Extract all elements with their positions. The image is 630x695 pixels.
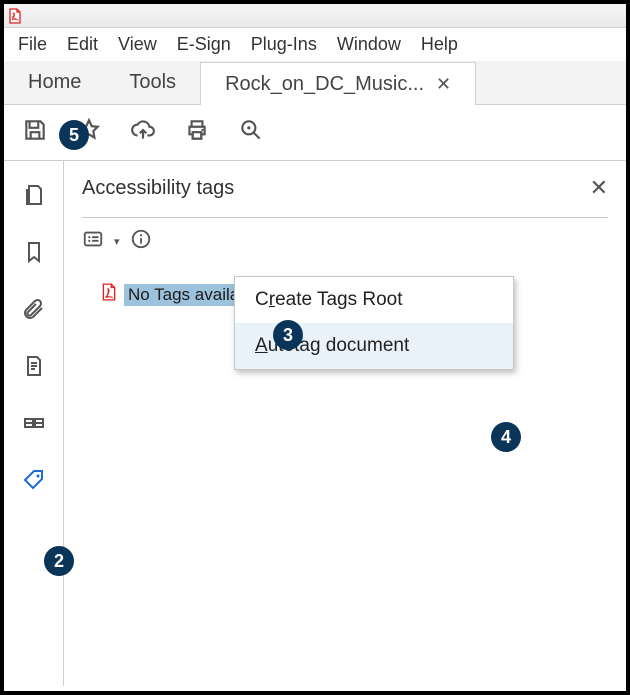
menubar: File Edit View E-Sign Plug-Ins Window He… [4, 28, 626, 61]
menu-esign[interactable]: E-Sign [177, 34, 231, 55]
tab-document-label: Rock_on_DC_Music... [225, 73, 424, 96]
callout-badge-5: 5 [59, 120, 89, 150]
bookmark-icon[interactable] [22, 240, 46, 269]
info-icon[interactable] [130, 228, 152, 255]
panel-options-icon[interactable] [82, 228, 104, 255]
panel-close-icon[interactable]: ✕ [590, 175, 608, 201]
app-pdf-icon [7, 8, 23, 24]
txt: C [255, 289, 269, 310]
tab-home[interactable]: Home [4, 61, 105, 104]
txt: eate Tags Root [275, 289, 402, 310]
menu-view[interactable]: View [118, 34, 157, 55]
tags-icon[interactable] [22, 468, 46, 497]
chevron-down-icon[interactable]: ▾ [114, 235, 120, 248]
attachments-icon[interactable] [22, 297, 46, 326]
callout-badge-2: 2 [44, 546, 74, 576]
panel-title: Accessibility tags [82, 177, 234, 200]
tab-strip: Home Tools Rock_on_DC_Music... ✕ [4, 61, 626, 105]
tab-document-close-icon[interactable]: ✕ [436, 74, 451, 95]
menu-edit[interactable]: Edit [67, 34, 98, 55]
thumbnails-icon[interactable] [22, 183, 46, 212]
tab-tools[interactable]: Tools [105, 61, 200, 104]
page-icon[interactable] [22, 354, 46, 383]
divider [82, 217, 608, 218]
pdf-doc-icon [100, 283, 118, 306]
menu-create-tags-root[interactable]: Create Tags Root [235, 277, 513, 323]
toolbar [4, 105, 626, 161]
callout-badge-4: 4 [491, 422, 521, 452]
menu-plugins[interactable]: Plug-Ins [251, 34, 317, 55]
save-icon[interactable] [22, 117, 48, 148]
txt: A [255, 335, 268, 356]
cloud-upload-icon[interactable] [130, 117, 156, 148]
menu-help[interactable]: Help [421, 34, 458, 55]
tab-document[interactable]: Rock_on_DC_Music... ✕ [200, 62, 476, 105]
menu-window[interactable]: Window [337, 34, 401, 55]
context-menu: Create Tags Root Autotag document [234, 276, 514, 370]
callout-badge-3: 3 [273, 320, 303, 350]
print-icon[interactable] [184, 117, 210, 148]
accessibility-tags-panel: Accessibility tags ✕ ▾ No Tags available [64, 161, 626, 686]
menu-file[interactable]: File [18, 34, 47, 55]
left-sidebar [4, 161, 64, 686]
layers-icon[interactable] [22, 411, 46, 440]
titlebar [4, 4, 626, 28]
zoom-icon[interactable] [238, 117, 264, 148]
